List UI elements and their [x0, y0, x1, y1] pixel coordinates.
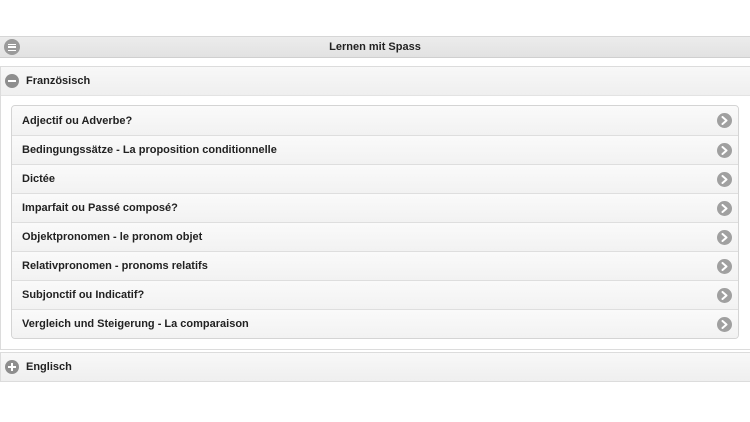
chevron-right-icon — [717, 229, 732, 245]
menu-icon[interactable] — [4, 39, 20, 55]
minus-icon — [5, 74, 19, 88]
list-item-label: Adjectif ou Adverbe? — [22, 114, 133, 127]
app-header: Lernen mit Spass — [0, 36, 750, 58]
chevron-right-icon — [717, 316, 732, 332]
chevron-right-icon — [717, 287, 732, 303]
list-item[interactable]: Imparfait ou Passé composé? — [12, 193, 738, 222]
section-content: Adjectif ou Adverbe? Bedingungssätze - L… — [1, 95, 750, 349]
section-header-englisch[interactable]: Englisch — [1, 353, 750, 381]
list-item-label: Vergleich und Steigerung - La comparaiso… — [22, 318, 249, 330]
list-item[interactable]: Objektpronomen - le pronom objet — [12, 222, 738, 251]
list-item-label: Imparfait ou Passé composé? — [22, 202, 178, 214]
list-item[interactable]: Bedingungssätze - La proposition conditi… — [12, 135, 738, 164]
plus-icon — [5, 360, 19, 374]
list-item[interactable]: Adjectif ou Adverbe? — [12, 106, 738, 135]
chevron-right-icon — [717, 171, 732, 187]
list-item[interactable]: Relativpronomen - pronoms relatifs — [12, 251, 738, 280]
list-item[interactable]: Vergleich und Steigerung - La comparaiso… — [12, 309, 738, 338]
list-item-label: Relativpronomen - pronoms relatifs — [22, 260, 208, 272]
list-item-label: Subjonctif ou Indicatif? — [22, 289, 145, 301]
list-item-label: Objektpronomen - le pronom objet — [22, 231, 203, 243]
lesson-list: Adjectif ou Adverbe? Bedingungssätze - L… — [11, 105, 739, 339]
list-item[interactable]: Dictée — [12, 164, 738, 193]
chevron-right-icon — [717, 142, 732, 158]
section-header-franzoesisch[interactable]: Französisch — [1, 67, 750, 95]
list-item[interactable]: Subjonctif ou Indicatif? — [12, 280, 738, 309]
chevron-right-icon — [717, 258, 732, 274]
list-item-label: Dictée — [22, 173, 56, 185]
section-englisch: Englisch — [0, 352, 750, 382]
list-item-label: Bedingungssätze - La proposition conditi… — [22, 144, 277, 156]
chevron-right-icon — [717, 113, 732, 128]
section-title: Englisch — [26, 361, 72, 373]
app-title: Lernen mit Spass — [329, 41, 421, 53]
section-title: Französisch — [26, 75, 91, 87]
chevron-right-icon — [717, 200, 732, 216]
section-franzoesisch: Französisch Adjectif ou Adverbe? Bedingu… — [0, 66, 750, 350]
